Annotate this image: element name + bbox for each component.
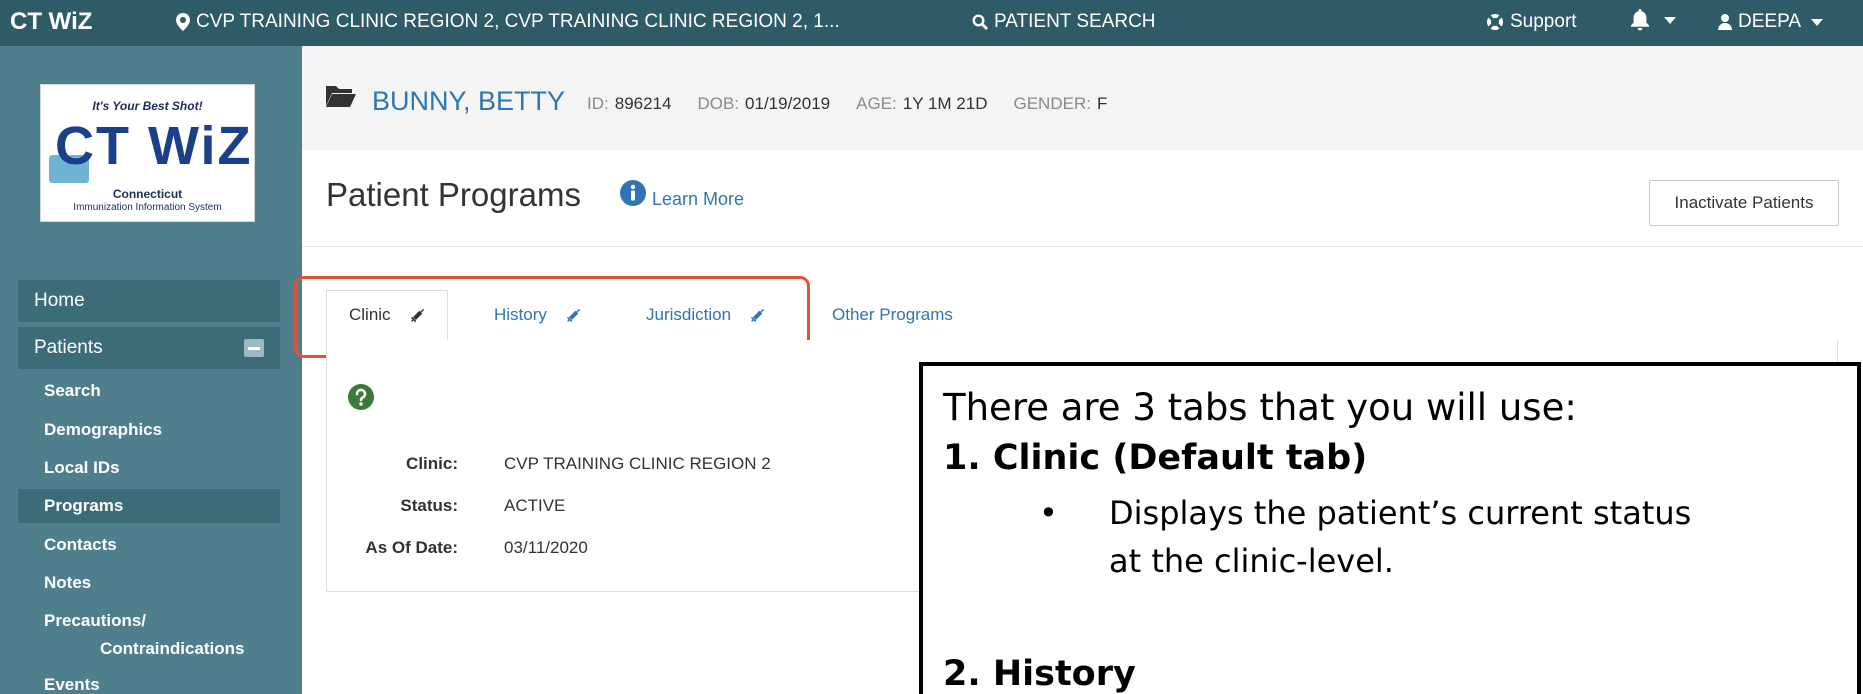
as-of-date-value: 03/11/2020: [504, 538, 588, 557]
support-label: Support: [1510, 11, 1577, 32]
patient-age: 1Y 1M 21D: [902, 94, 988, 113]
sidebar-item-label: Precautions/: [44, 611, 147, 630]
patient-id-label: ID:: [587, 94, 609, 113]
sidebar-item-patients[interactable]: Patients: [18, 327, 280, 369]
callout-item-clinic-desc-line2: at the clinic-level.: [1109, 542, 1394, 580]
status-value: ACTIVE: [504, 496, 566, 515]
logo-state: Connecticut: [112, 187, 183, 201]
sidebar-item-programs[interactable]: Programs: [18, 489, 280, 523]
sidebar-item-label: Contacts: [44, 535, 117, 554]
location-selector[interactable]: CVP TRAINING CLINIC REGION 2, CVP TRAINI…: [176, 11, 840, 33]
user-menu[interactable]: DEEPA: [1718, 11, 1824, 33]
patient-dob-label: DOB:: [697, 94, 740, 113]
divider: [302, 246, 1863, 247]
patient-id: 896214: [614, 94, 672, 113]
patient-meta: ID: 896214 DOB: 01/19/2019 AGE: 1Y 1M 21…: [587, 94, 1107, 114]
patient-header: BUNNY, BETTY ID: 896214 DOB: 01/19/2019 …: [302, 46, 1863, 150]
patient-name[interactable]: BUNNY, BETTY: [372, 86, 565, 117]
learn-more-link[interactable]: Learn More: [652, 189, 744, 210]
sidebar-item-contacts[interactable]: Contacts: [18, 528, 280, 562]
sidebar-item-local-ids[interactable]: Local IDs: [18, 451, 280, 485]
sidebar-item-label: Programs: [44, 496, 124, 515]
sidebar-item-label: Local IDs: [44, 458, 120, 477]
user-name: DEEPA: [1738, 11, 1802, 32]
sidebar-item-search[interactable]: Search: [18, 374, 280, 408]
sidebar-item-events[interactable]: Events: [18, 668, 280, 694]
bell-icon: [1631, 9, 1649, 31]
folder-open-icon: [326, 86, 356, 107]
clinic-value: CVP TRAINING CLINIC REGION 2: [504, 454, 771, 473]
status-label: Status:: [400, 496, 458, 515]
tab-other-programs[interactable]: Other Programs: [832, 290, 953, 340]
collapse-icon[interactable]: [244, 339, 264, 357]
chevron-down-icon: [1664, 16, 1676, 24]
logo-tagline: It's Your Best Shot!: [92, 99, 203, 113]
logo-system: Immunization Information System: [73, 202, 222, 213]
clinic-label: Clinic:: [406, 454, 458, 473]
lifebuoy-icon: [1487, 14, 1503, 30]
support-link[interactable]: Support: [1486, 11, 1577, 33]
sidebar-item-demographics[interactable]: Demographics: [18, 413, 280, 447]
sidebar: It's Your Best Shot! CT WiZ Connecticut …: [0, 46, 302, 694]
location-label: CVP TRAINING CLINIC REGION 2, CVP TRAINI…: [196, 11, 840, 32]
ctwiz-logo: It's Your Best Shot! CT WiZ Connecticut …: [40, 84, 255, 222]
sidebar-item-label: Events: [44, 675, 100, 694]
sidebar-item-label: Demographics: [44, 420, 163, 439]
instruction-callout: There are 3 tabs that you will use: 1. C…: [919, 362, 1861, 694]
notifications-dropdown[interactable]: [1630, 9, 1676, 31]
patient-search-label: PATIENT SEARCH: [994, 11, 1156, 32]
logo-wordmark: CT WiZ: [55, 116, 253, 176]
chevron-down-icon: [1811, 18, 1824, 26]
app-brand[interactable]: CT WiZ: [10, 8, 92, 36]
sidebar-item-notes[interactable]: Notes: [18, 566, 280, 600]
patient-gender-label: GENDER:: [1013, 94, 1091, 113]
sidebar-item-label: Patients: [34, 337, 103, 358]
callout-bullet: •: [1039, 494, 1058, 532]
patient-dob: 01/19/2019: [745, 94, 831, 113]
user-icon: [1718, 14, 1732, 30]
sidebar-item-label: Notes: [44, 573, 92, 592]
sidebar-item-label: Home: [34, 290, 85, 311]
patient-gender: F: [1096, 94, 1108, 113]
callout-item-history: 2. History: [943, 654, 1136, 694]
help-icon[interactable]: [348, 384, 374, 410]
sidebar-item-home[interactable]: Home: [18, 280, 280, 322]
sidebar-item-label: Search: [44, 381, 101, 400]
inactivate-patients-button[interactable]: Inactivate Patients: [1649, 180, 1839, 226]
search-icon: [972, 14, 988, 30]
callout-intro: There are 3 tabs that you will use:: [943, 386, 1577, 429]
callout-item-clinic-desc-line1: Displays the patient’s current status: [1109, 494, 1692, 532]
sidebar-item-contraindications[interactable]: Contraindications: [18, 632, 280, 666]
patient-search-link[interactable]: PATIENT SEARCH: [972, 11, 1156, 33]
as-of-date-label: As Of Date:: [365, 538, 458, 557]
top-navbar: CT WiZ CVP TRAINING CLINIC REGION 2, CVP…: [0, 0, 1863, 46]
info-icon[interactable]: [620, 180, 646, 206]
map-marker-icon: [176, 13, 190, 31]
page-title: Patient Programs: [326, 176, 581, 213]
patient-age-label: AGE:: [856, 94, 897, 113]
sidebar-item-label: Contraindications: [100, 639, 245, 658]
callout-item-clinic: 1. Clinic (Default tab): [943, 438, 1368, 478]
tab-label: Other Programs: [832, 305, 953, 324]
